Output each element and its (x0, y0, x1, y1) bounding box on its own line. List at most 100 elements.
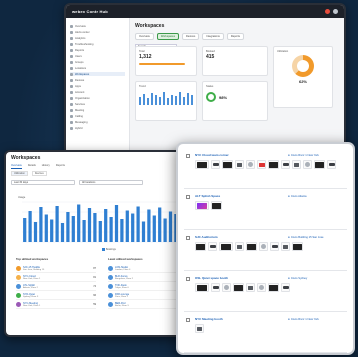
date-range-select[interactable]: Last 30 days (11, 180, 75, 185)
sidebar-item[interactable]: Account (70, 90, 125, 94)
tab-integrations[interactable]: Integrations (202, 33, 224, 40)
tab-overview[interactable]: Overview (135, 33, 154, 40)
device-tile[interactable] (211, 283, 220, 292)
tab-details[interactable]: Details (28, 164, 36, 169)
workspace-row[interactable]: NYC Meeting booth ●Cisco Rivnr 1 New York (184, 312, 347, 353)
device-tile[interactable] (268, 283, 279, 292)
device-tile[interactable] (246, 160, 255, 169)
device-tile[interactable] (222, 160, 233, 169)
avatar[interactable] (333, 9, 338, 14)
row-checkbox[interactable] (186, 236, 190, 240)
workspace-location[interactable]: ●Cisco Building 15 San Jose (288, 235, 324, 239)
device-tile[interactable] (268, 160, 279, 169)
workspace-name[interactable]: NYC Cloud team corner (195, 153, 229, 157)
device-list (195, 324, 345, 348)
sidebar-item[interactable]: Messaging (70, 120, 125, 124)
device-tile[interactable] (292, 160, 301, 169)
sidebar-item[interactable]: Analytics (70, 36, 125, 40)
usage-bar (44, 214, 48, 242)
device-tile[interactable] (246, 242, 257, 251)
list-item[interactable]: SJC-15 Huddle San Jose, Building 15 87 (16, 264, 96, 273)
sidebar-item[interactable]: Users (70, 54, 125, 58)
device-tile[interactable] (259, 242, 268, 251)
row-checkbox[interactable] (186, 318, 190, 322)
location-select[interactable]: All locations (79, 180, 143, 185)
tab-overview[interactable]: Overview (11, 164, 22, 169)
device-tile[interactable] (281, 283, 290, 292)
sidebar-item[interactable]: Calling (70, 114, 125, 118)
tab-devices[interactable]: Devices (182, 33, 200, 40)
row-checkbox[interactable] (186, 154, 190, 158)
sidebar-item[interactable]: Organization (70, 96, 125, 100)
workspace-name[interactable]: SJC Auditorium (195, 235, 218, 239)
device-tile[interactable] (211, 201, 222, 210)
workspace-name[interactable]: OSL Quiet space booth (195, 276, 228, 280)
tab-history[interactable]: History (42, 164, 50, 169)
sidebar-item[interactable]: Meeting (70, 108, 125, 112)
workspace-name[interactable]: ALT Splish Space (195, 194, 220, 198)
row-checkbox[interactable] (186, 195, 190, 199)
device-icon (293, 243, 302, 250)
device-icon (221, 243, 231, 250)
workspace-row[interactable]: OSL Quiet space booth ●Cisco Sydney (184, 271, 347, 312)
workspace-location[interactable]: ●Cisco Sydney (288, 276, 307, 280)
workspace-location[interactable]: ●Cisco Rivnr 1 New York (288, 317, 319, 321)
device-tile[interactable] (281, 242, 290, 251)
device-tile[interactable] (327, 160, 336, 169)
device-tile[interactable] (211, 160, 220, 169)
workspace-name[interactable]: NYC Meeting booth (195, 317, 223, 321)
device-tile[interactable] (246, 283, 255, 292)
workspace-row[interactable]: SJC Auditorium ●Cisco Building 15 San Jos… (184, 230, 347, 271)
sidebar-item[interactable]: Hybrid (70, 126, 125, 130)
sidebar-item[interactable]: Reports (70, 48, 125, 52)
device-tile[interactable] (281, 160, 290, 169)
sidebar-item[interactable]: Devices (70, 78, 125, 82)
device-tile[interactable] (195, 201, 209, 210)
workspace-row[interactable]: NYC Cloud team corner ●Cisco Rivnr 1 New … (184, 148, 347, 189)
device-tile[interactable] (195, 324, 204, 333)
device-icon (237, 162, 242, 167)
list-item[interactable]: ATL-Splish Atlanta, Floor 2 74 (16, 282, 96, 291)
sidebar-item[interactable]: Services (70, 102, 125, 106)
device-tile[interactable] (233, 283, 244, 292)
usage-bar (114, 205, 119, 242)
notification-icon[interactable] (325, 9, 330, 14)
sidebar-item[interactable]: Apps (70, 84, 125, 88)
device-tile[interactable] (195, 160, 209, 169)
device-tile[interactable] (195, 242, 206, 251)
workspace-location[interactable]: ●Cisco Rivnr 1 New York (288, 153, 319, 157)
sidebar-item[interactable]: Troubleshooting (70, 42, 125, 46)
device-tile[interactable] (208, 242, 217, 251)
row-checkbox[interactable] (186, 277, 190, 281)
sidebar-item[interactable]: Groups (70, 60, 125, 64)
list-item[interactable]: NYC-Meeting New York, Floor 1 59 (16, 300, 96, 309)
subtab-devices[interactable]: Devices (31, 171, 47, 176)
sidebar-item[interactable]: Alerts center (70, 30, 125, 34)
location-pin-icon: ● (288, 194, 290, 198)
device-tile[interactable] (222, 283, 231, 292)
sidebar-item-label: Analytics (75, 36, 86, 40)
device-list (195, 283, 345, 307)
device-tile[interactable] (257, 160, 266, 169)
device-tile[interactable] (257, 283, 266, 292)
device-tile[interactable] (219, 242, 233, 251)
device-tile[interactable] (195, 283, 209, 292)
tab-reports[interactable]: Reports (56, 164, 65, 169)
sidebar-item[interactable]: Locations (70, 66, 125, 70)
device-tile[interactable] (270, 242, 279, 251)
subtab-utilization[interactable]: Utilization (11, 171, 28, 176)
sidebar-item[interactable]: Workspaces (70, 72, 125, 76)
workspace-row[interactable]: ALT Splish Space ●Cisco Atlanta (184, 189, 347, 230)
device-tile[interactable] (303, 160, 312, 169)
sidebar-item[interactable]: Overview (70, 24, 125, 28)
list-item[interactable]: NYC-Cloud New York, Floor 1 81 (16, 273, 96, 282)
device-tile[interactable] (235, 160, 244, 169)
device-tile[interactable] (292, 242, 303, 251)
location-label: Cisco Building 15 San Jose (290, 236, 324, 239)
device-tile[interactable] (235, 242, 244, 251)
list-item[interactable]: SYD-Quiet Sydney, Floor 3 66 (16, 291, 96, 300)
tab-workspaces[interactable]: Workspaces (156, 33, 180, 40)
workspace-location[interactable]: ●Cisco Atlanta (288, 194, 307, 198)
tab-reports[interactable]: Reports (226, 33, 244, 40)
device-tile[interactable] (314, 160, 325, 169)
